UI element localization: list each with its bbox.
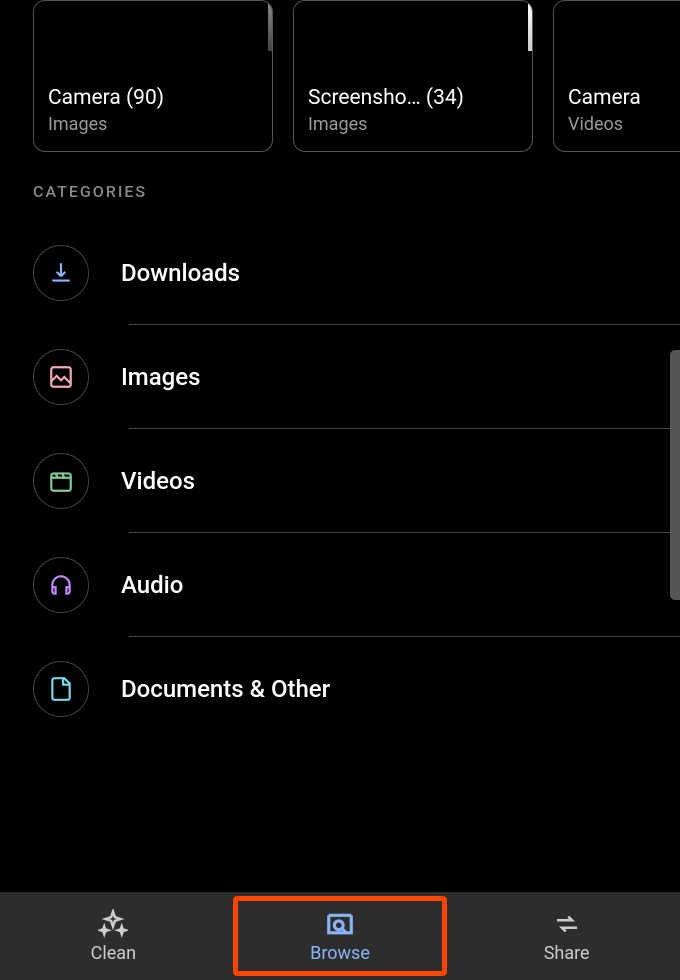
category-label: Images xyxy=(121,363,200,391)
highlight-box xyxy=(233,896,448,976)
image-icon xyxy=(33,349,89,405)
folder-card-screenshots[interactable]: Screensho… (34) Images xyxy=(293,0,533,152)
bottom-nav: Clean Browse Share xyxy=(0,892,680,980)
nav-browse[interactable]: Browse xyxy=(227,892,454,980)
category-audio[interactable]: Audio xyxy=(33,533,647,637)
folder-preview xyxy=(34,1,272,76)
nav-share[interactable]: Share xyxy=(453,892,680,980)
video-icon xyxy=(33,453,89,509)
folder-preview xyxy=(294,1,532,76)
sparkle-icon xyxy=(98,909,128,939)
folder-subtitle: Videos xyxy=(568,114,680,135)
folder-title: Camera xyxy=(568,86,680,110)
categories-header: CATEGORIES xyxy=(0,152,680,221)
folder-subtitle: Images xyxy=(308,114,518,135)
category-label: Videos xyxy=(121,467,195,495)
category-label: Audio xyxy=(121,571,183,599)
category-label: Downloads xyxy=(121,259,240,287)
folder-card-camera-videos[interactable]: Camera Videos xyxy=(553,0,680,152)
folder-preview xyxy=(554,1,680,76)
category-label: Documents & Other xyxy=(121,675,330,703)
folder-card-camera-images[interactable]: Camera (90) Images xyxy=(33,0,273,152)
category-documents[interactable]: Documents & Other xyxy=(33,637,647,741)
document-icon xyxy=(33,661,89,717)
nav-label: Clean xyxy=(91,943,136,964)
nav-label: Share xyxy=(544,943,590,964)
folder-title: Camera (90) xyxy=(48,86,258,110)
scroll-indicator[interactable] xyxy=(670,350,680,600)
folder-cards-row: Camera (90) Images Screensho… (34) Image… xyxy=(0,0,680,152)
categories-list: Downloads Images Videos Audio xyxy=(0,221,680,741)
category-images[interactable]: Images xyxy=(33,325,647,429)
share-icon xyxy=(552,909,582,939)
category-videos[interactable]: Videos xyxy=(33,429,647,533)
folder-title: Screensho… (34) xyxy=(308,86,518,110)
audio-icon xyxy=(33,557,89,613)
download-icon xyxy=(33,245,89,301)
folder-subtitle: Images xyxy=(48,114,258,135)
nav-clean[interactable]: Clean xyxy=(0,892,227,980)
category-downloads[interactable]: Downloads xyxy=(33,221,647,325)
